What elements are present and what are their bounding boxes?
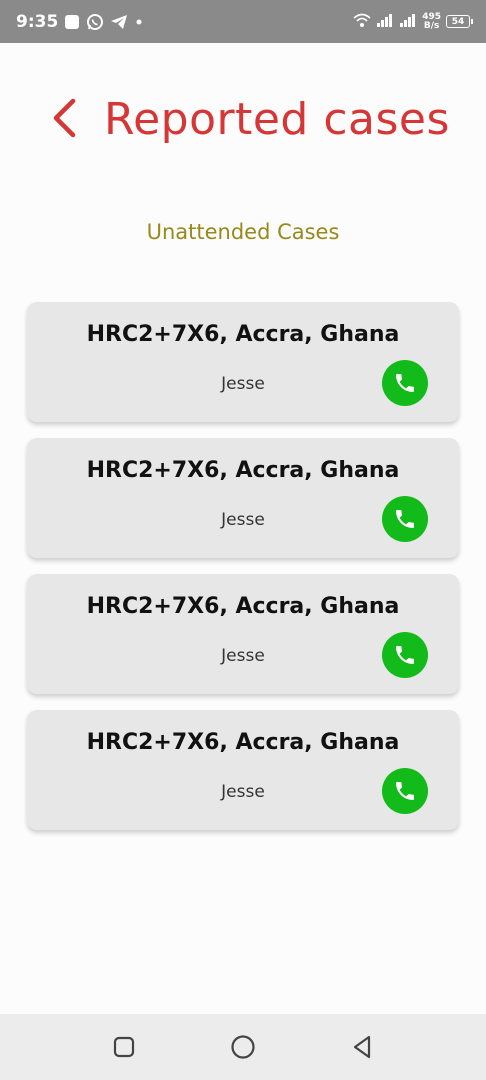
navigation-bar [0, 1014, 486, 1080]
page-title: Reported cases [104, 94, 450, 145]
home-icon [231, 1035, 255, 1059]
case-card[interactable]: HRC2+7X6, Accra, Ghana Jesse [27, 302, 459, 422]
call-button[interactable] [382, 360, 428, 406]
nav-back-button[interactable] [348, 1033, 376, 1061]
back-button[interactable] [46, 96, 82, 140]
call-button[interactable] [382, 496, 428, 542]
case-card[interactable]: HRC2+7X6, Accra, Ghana Jesse [27, 438, 459, 558]
case-card[interactable]: HRC2+7X6, Accra, Ghana Jesse [27, 710, 459, 830]
call-button[interactable] [382, 768, 428, 814]
battery-level: 54 [451, 16, 465, 27]
page-header: Reported cases [0, 88, 486, 158]
signal-icon-2 [399, 13, 417, 30]
phone-icon [396, 782, 414, 800]
telegram-icon [110, 14, 128, 30]
back-icon [353, 1035, 371, 1059]
case-location: HRC2+7X6, Accra, Ghana [86, 458, 400, 483]
case-list: HRC2+7X6, Accra, Ghana Jesse HRC2+7X6, A… [27, 302, 459, 846]
status-time: 9:35 [16, 11, 59, 32]
whatsapp-icon [86, 13, 104, 31]
call-button[interactable] [382, 632, 428, 678]
recent-apps-icon [113, 1036, 135, 1058]
phone-icon [396, 374, 414, 392]
case-location: HRC2+7X6, Accra, Ghana [86, 730, 400, 755]
status-bar: 9:35 495 B/s 54 [0, 0, 486, 43]
phone-icon [396, 646, 414, 664]
phone-icon [396, 510, 414, 528]
recent-apps-button[interactable] [110, 1033, 138, 1061]
dot-icon [134, 17, 144, 27]
battery-icon: 54 [446, 15, 473, 28]
network-speed-unit: B/s [423, 20, 440, 31]
case-card[interactable]: HRC2+7X6, Accra, Ghana Jesse [27, 574, 459, 694]
case-location: HRC2+7X6, Accra, Ghana [86, 322, 400, 347]
home-button[interactable] [229, 1033, 257, 1061]
wifi-icon [353, 12, 371, 31]
square-notification-icon [64, 14, 80, 30]
signal-icon [376, 13, 394, 30]
case-location: HRC2+7X6, Accra, Ghana [86, 594, 400, 619]
section-label: Unattended Cases [146, 220, 340, 244]
network-speed: 495 B/s [422, 12, 441, 31]
chevron-left-icon [53, 98, 76, 138]
